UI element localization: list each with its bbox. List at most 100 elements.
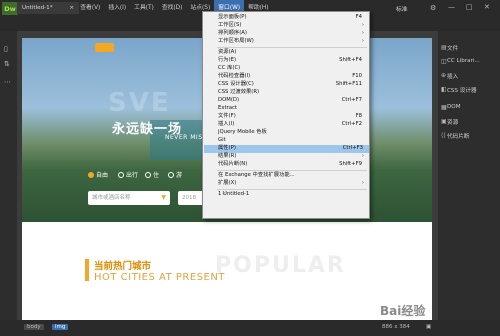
window-menu-item-shortcut: F8 [355, 113, 362, 119]
radio-label: 游 [176, 172, 183, 179]
window-menu-item-shortcut: Shift+F11 [335, 81, 362, 87]
window-menu-item-label: 行为(E) [218, 57, 237, 63]
menu-find[interactable]: 查找(D) [158, 0, 187, 17]
window-menu-item[interactable]: CC 库(C) [218, 65, 368, 73]
document-tab-label: Untitled-1* [22, 5, 53, 11]
submenu-arrow-icon: › [361, 30, 364, 36]
window-menu-item-label: 插入(I) [218, 121, 235, 127]
menu-separator [217, 170, 367, 171]
window-menu-item-label: 在 Exchange 中查找扩展功能... [218, 172, 295, 178]
window-menu-item[interactable]: Git [218, 137, 368, 145]
window-menu-item-label: CC 库(C) [218, 65, 241, 71]
window-size-readout[interactable]: 886 x 384 [382, 324, 410, 330]
cc-libraries-icon: ◫ [441, 58, 447, 65]
panel-files[interactable]: 文件 [447, 44, 458, 52]
expand-tool-icon[interactable]: ⇅ [4, 60, 10, 68]
dreamweaver-window: Dw 文件(F) 编辑(E) 查看(V) 插入(I) 工具(T) 查找(D) 站… [0, 0, 500, 336]
date-value: 2018 [182, 195, 196, 201]
orange-tag [95, 43, 114, 52]
menu-separator [217, 189, 367, 190]
window-menu-item[interactable]: 属性(P) Ctrl+F3 [204, 145, 369, 153]
submenu-arrow-icon: › [361, 22, 364, 28]
city-search-placeholder: 城市或酒店名称 [92, 195, 131, 201]
radio-option[interactable]: 出行 [118, 170, 138, 179]
check-icon: ✓ [222, 191, 227, 197]
snippets-icon: ⟨⟩ [441, 132, 446, 139]
window-menu-item[interactable]: 结果(R) › [218, 153, 368, 161]
window-menu-item[interactable]: 工作区(S) › [218, 22, 368, 30]
section-bg-word: POPULAR [215, 253, 346, 278]
app-logo: Dw [2, 2, 18, 15]
radio-option[interactable]: 自由 [88, 170, 108, 179]
window-menu-item[interactable]: CSS 设计器(C) Shift+F11 [218, 81, 368, 89]
left-toolbar [0, 31, 17, 320]
radio-selected-icon [88, 171, 94, 178]
panel-snippets[interactable]: 代码片断 [447, 132, 469, 140]
window-menu-item-shortcut: Shift+F4 [339, 57, 362, 63]
assets-icon: ▣ [441, 118, 447, 125]
file-tool-icon[interactable]: ▯ [4, 45, 8, 53]
more-tools-icon[interactable]: ⋯ [4, 78, 11, 86]
maximize-button[interactable]: □ [466, 3, 473, 11]
gear-icon[interactable]: ⚙ [430, 4, 436, 12]
window-menu-item-shortcut: F10 [352, 73, 362, 79]
window-menu-dropdown: 显示面板(P) F4 工作区(S) › 排列顺序(A) › 工作区布局(W) › 资源(A) 行为… [202, 11, 370, 219]
minimize-button[interactable]: — [448, 3, 455, 11]
document-tab[interactable]: Untitled-1* × [17, 2, 79, 14]
window-menu-item[interactable]: 扩展(X) › [218, 180, 368, 188]
preview-icon[interactable]: ▣ [426, 324, 431, 330]
tag-selector-body[interactable]: body [24, 324, 44, 330]
chevron-down-icon: ▼ [161, 194, 166, 201]
menu-view[interactable]: 查看(V) [76, 0, 104, 17]
close-tab-icon[interactable]: × [69, 2, 74, 14]
window-menu-item[interactable]: 显示面板(P) F4 [218, 14, 368, 22]
hero-subtitle: NEVER MIS [165, 134, 203, 141]
window-menu-item-label: 属性(P) [218, 145, 236, 151]
window-menu-item-shortcut: Ctrl+F3 [342, 145, 363, 151]
window-menu-item[interactable]: 插入(I) Ctrl+F2 [218, 121, 368, 129]
panel-dom[interactable]: DOM [447, 104, 461, 110]
css-designer-icon: ◧ [441, 86, 447, 93]
window-menu-item-label: Extract [218, 105, 237, 111]
window-menu-item-label: 显示面板(P) [218, 14, 247, 20]
radio-label: 出行 [126, 172, 139, 179]
window-menu-item-label: 工作区(S) [218, 22, 242, 28]
radio-label: 自由 [96, 172, 109, 179]
submenu-arrow-icon: › [361, 180, 364, 186]
radio-option[interactable]: 游 [168, 170, 182, 179]
window-menu-item[interactable]: 代码检查器(I) F10 [218, 73, 368, 81]
city-search-input[interactable]: 城市或酒店名称 ▼ [88, 191, 170, 205]
panel-insert[interactable]: 插入 [447, 72, 458, 80]
radio-option[interactable]: 住 [145, 170, 159, 179]
panel-css-designer[interactable]: CSS 设计器 [447, 86, 477, 94]
window-menu-item[interactable]: DOM(D) Ctrl+F7 [218, 97, 368, 105]
panel-assets[interactable]: 资源 [447, 118, 458, 126]
window-menu-item[interactable]: Extract [218, 105, 368, 113]
menu-insert[interactable]: 插入(I) [104, 0, 130, 17]
window-menu-item[interactable]: 工作区布局(W) › [218, 38, 368, 46]
window-menu-item[interactable]: jQuery Mobile 色板 [218, 129, 368, 137]
window-menu-item[interactable]: 在 Exchange 中查找扩展功能... [218, 172, 368, 180]
window-menu-item[interactable]: 资源(A) [218, 49, 368, 57]
tag-selector-img[interactable]: img [52, 324, 69, 330]
window-menu-item[interactable]: 代码片断(N) Shift+F9 [218, 161, 368, 169]
date-input[interactable]: 2018 [178, 191, 204, 205]
window-menu-item-label: 代码检查器(I) [218, 73, 251, 79]
window-menu-item-label: 工作区布局(W) [218, 38, 254, 44]
window-menu-item[interactable]: 行为(E) Shift+F4 [218, 57, 368, 65]
panel-cc-libraries[interactable]: CC Librari... [447, 58, 480, 64]
close-button[interactable]: ✕ [484, 3, 490, 11]
window-menu-item-label: DOM(D) [218, 97, 240, 103]
workspace-standard-dropdown[interactable]: 标准 [396, 4, 408, 13]
window-menu-item[interactable]: CSS 过渡效果(R) [218, 89, 368, 97]
window-menu-item-label: CSS 过渡效果(R) [218, 89, 260, 95]
window-menu-item[interactable]: 排列顺序(A) › [218, 30, 368, 38]
dom-icon: ▦ [441, 104, 447, 111]
radio-icon [145, 171, 151, 178]
insert-icon: ⊕ [441, 72, 447, 79]
window-menu-item-shortcut: Ctrl+F2 [341, 121, 362, 127]
window-menu-item[interactable]: ✓ 1 Untitled-1 [218, 191, 368, 199]
menu-tools[interactable]: 工具(T) [130, 0, 158, 17]
window-menu-item[interactable]: 文件(F) F8 [218, 113, 368, 121]
window-menu-item-label: jQuery Mobile 色板 [218, 129, 267, 135]
